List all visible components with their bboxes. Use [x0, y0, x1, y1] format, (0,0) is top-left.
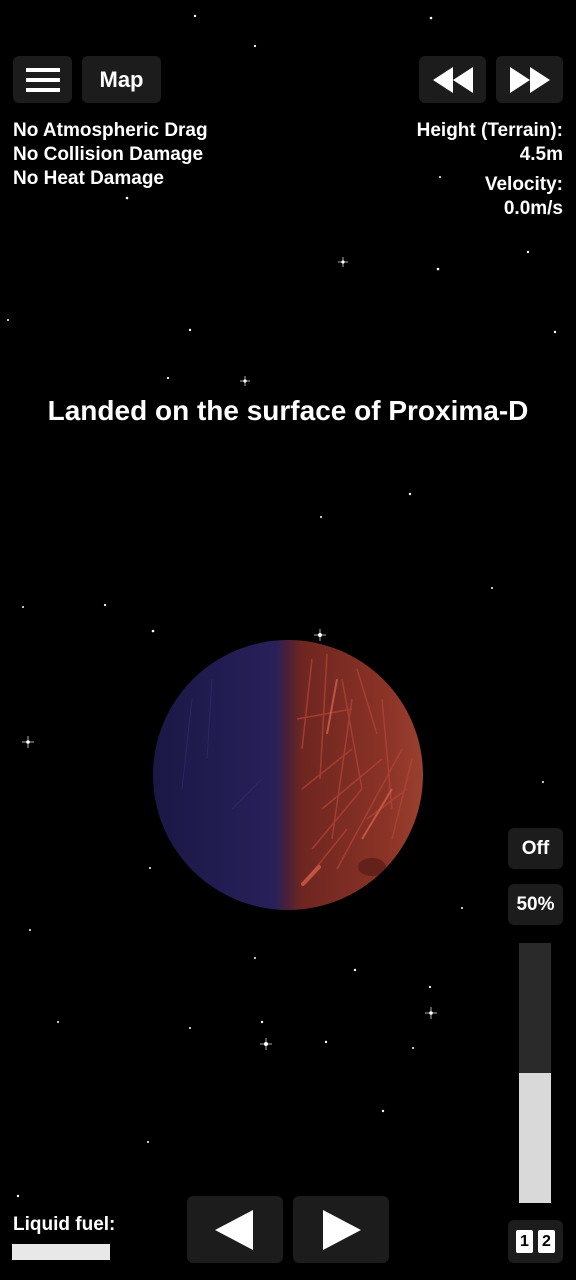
timewarp-faster-button[interactable] — [496, 56, 563, 103]
map-button[interactable]: Map — [82, 56, 161, 103]
rotate-left-arrow-icon — [215, 1209, 253, 1250]
telemetry-panel: Height (Terrain): 4.5m Velocity: 0.0m/s — [417, 119, 563, 221]
throttle-slider-fill — [519, 1073, 551, 1203]
stage-2-badge: 2 — [538, 1230, 555, 1253]
liquid-fuel-gauge — [12, 1244, 110, 1260]
rotate-right-button[interactable] — [293, 1196, 389, 1263]
throttle-percent-button[interactable]: 50% — [508, 884, 563, 925]
game-screen: Map No Atmospheric Drag No Collision Dam… — [0, 0, 576, 1280]
map-button-label: Map — [99, 66, 144, 92]
rotate-right-arrow-icon — [323, 1209, 361, 1250]
planet-proxima-d — [153, 640, 423, 910]
cheat-status-list: No Atmospheric Drag No Collision Damage … — [13, 119, 208, 191]
stage-selector-button[interactable]: 1 2 — [508, 1220, 563, 1263]
throttle-off-label: Off — [521, 837, 550, 859]
hamburger-menu-icon — [25, 67, 60, 92]
fast-forward-icon — [509, 66, 550, 93]
rewind-icon — [432, 66, 473, 93]
velocity-label: Velocity: — [484, 174, 563, 195]
timewarp-slower-button[interactable] — [419, 56, 486, 103]
landed-status-message: Landed on the surface of Proxima-D — [47, 395, 529, 426]
velocity-value: 0.0m/s — [503, 198, 563, 219]
height-value: 4.5m — [519, 144, 563, 165]
height-label: Height (Terrain): — [416, 120, 563, 141]
cheat-no-heat-damage: No Heat Damage — [13, 168, 164, 189]
liquid-fuel-gauge-fill — [12, 1244, 110, 1260]
rotate-left-button[interactable] — [187, 1196, 283, 1263]
liquid-fuel-label: Liquid fuel: — [13, 1214, 116, 1235]
throttle-percent-label: 50% — [516, 893, 555, 915]
throttle-slider[interactable] — [519, 943, 551, 1203]
cheat-no-collision-damage: No Collision Damage — [13, 144, 204, 165]
throttle-off-button[interactable]: Off — [508, 828, 563, 869]
menu-button[interactable] — [13, 56, 72, 103]
cheat-no-atmospheric-drag: No Atmospheric Drag — [13, 120, 208, 141]
stage-1-badge: 1 — [516, 1230, 533, 1253]
